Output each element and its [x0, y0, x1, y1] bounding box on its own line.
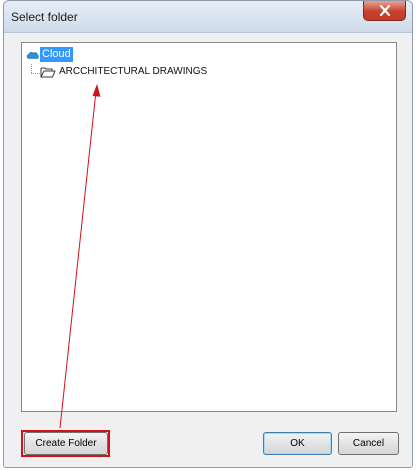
- folder-tree[interactable]: Cloud ARCCHITECTURAL DRAWINGS: [21, 42, 397, 412]
- annotation-highlight-box: [21, 430, 110, 457]
- dialog-body: Cloud ARCCHITECTURAL DRAWINGS Create Fol…: [11, 38, 405, 467]
- tree-node-label[interactable]: Cloud: [40, 47, 73, 62]
- tree-connector: [31, 73, 40, 74]
- tree-connector: [31, 64, 32, 73]
- tree-node-label[interactable]: ARCCHITECTURAL DRAWINGS: [59, 64, 207, 80]
- cancel-button[interactable]: Cancel: [338, 432, 399, 455]
- title-bar: Select folder: [4, 1, 412, 33]
- ok-button[interactable]: OK: [263, 432, 332, 455]
- folder-open-icon: [40, 67, 56, 78]
- select-folder-dialog: Select folder Cloud ARCCHITECTURAL DRAWI…: [3, 0, 413, 468]
- dialog-title: Select folder: [11, 10, 78, 24]
- close-icon: [379, 5, 391, 16]
- cloud-icon: [26, 52, 39, 59]
- close-button[interactable]: [363, 1, 406, 21]
